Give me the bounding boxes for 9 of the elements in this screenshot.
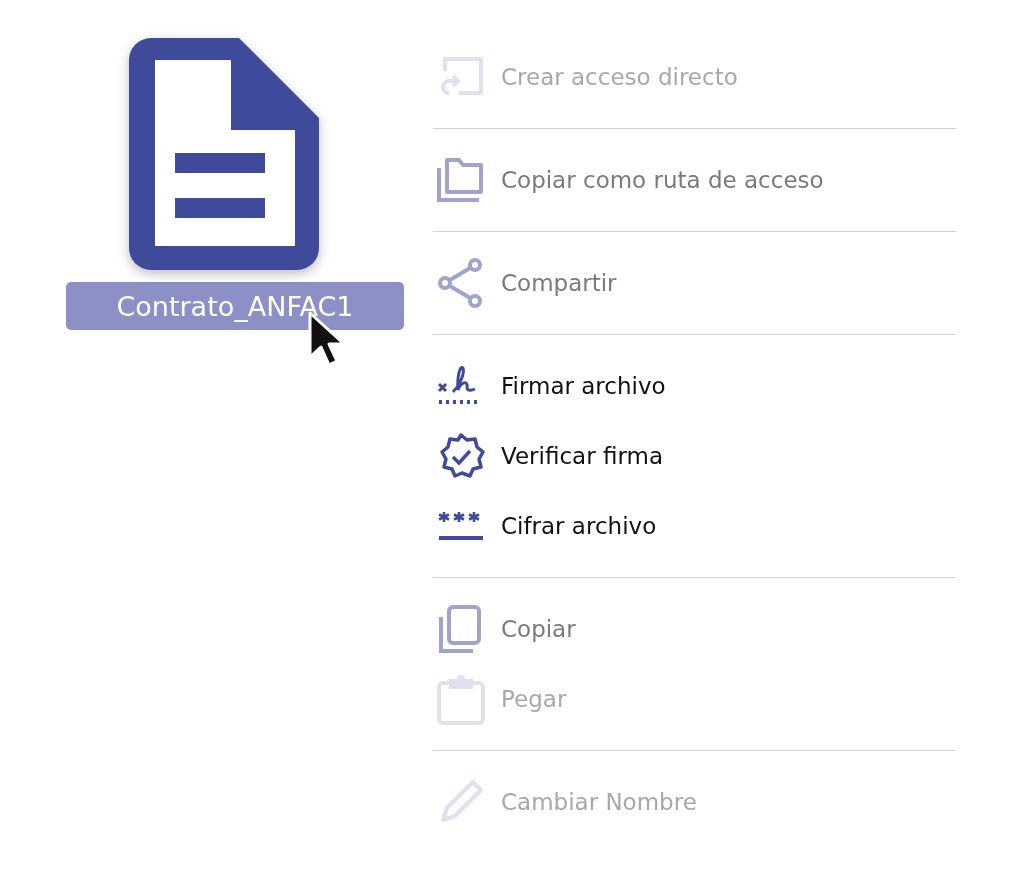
menu-item[interactable]: Verificar firma [501, 443, 663, 469]
document-icon[interactable] [129, 38, 319, 270]
menu-item[interactable]: Firmar archivo [501, 373, 666, 399]
menu-item[interactable]: Copiar como ruta de acceso [501, 167, 824, 193]
menu-item[interactable]: Copiar [501, 616, 576, 642]
clipboard-icon [435, 673, 487, 725]
menu-item[interactable]: Compartir [501, 270, 617, 296]
menu-item[interactable]: Cifrar archivo [501, 513, 657, 539]
file-name-label[interactable]: Contrato_ANFAC1 [66, 282, 404, 330]
